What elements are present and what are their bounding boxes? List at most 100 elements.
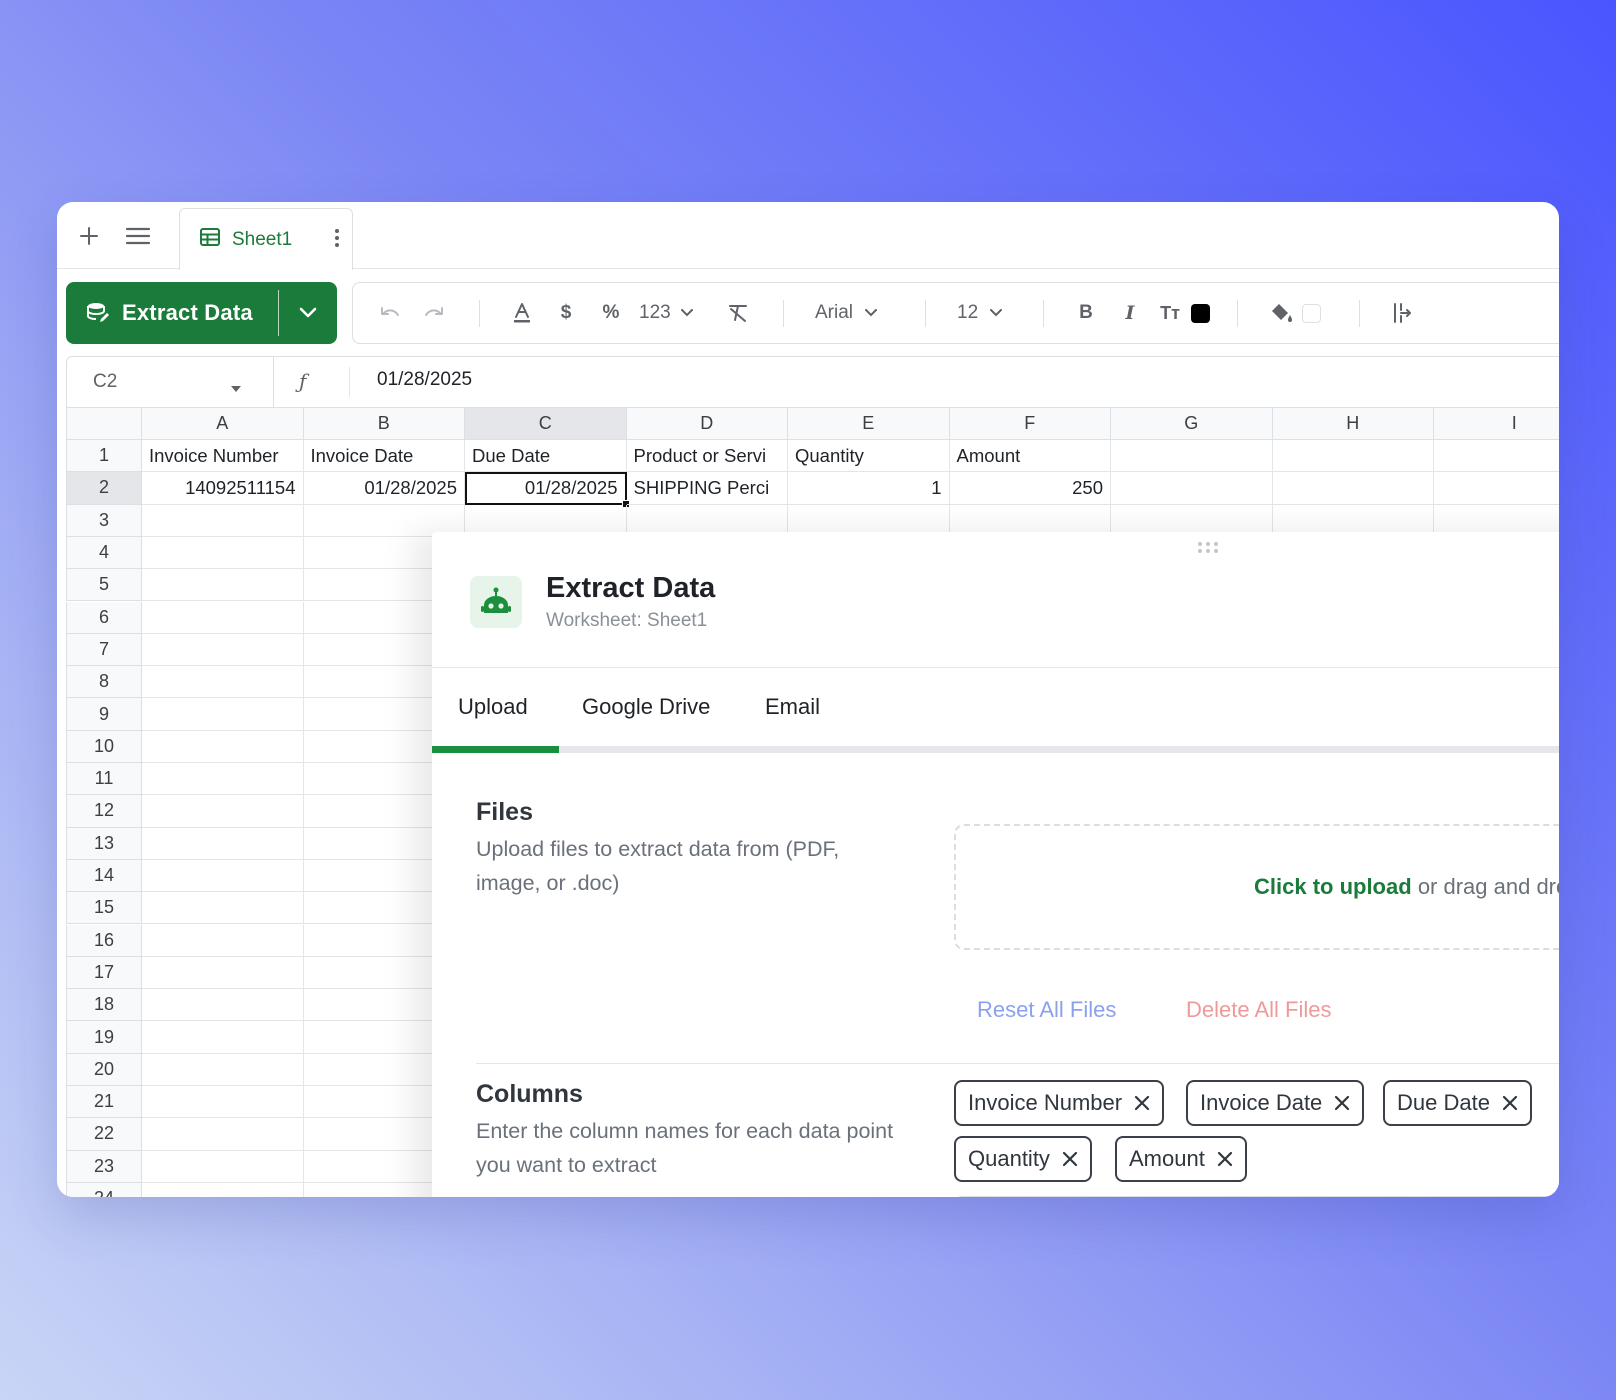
row-header-18[interactable]: 18 [66, 989, 142, 1022]
cell-i2[interactable] [1434, 472, 1559, 505]
remove-chip-icon[interactable] [1134, 1095, 1150, 1111]
cell-a15[interactable] [142, 892, 304, 925]
cell-b2[interactable]: 01/28/2025 [303, 472, 465, 505]
cell-a5[interactable] [142, 569, 304, 602]
row-header-5[interactable]: 5 [66, 569, 142, 602]
cell-f1[interactable]: Amount [949, 440, 1111, 473]
tab-google-drive[interactable]: Google Drive [582, 694, 710, 720]
cell-a17[interactable] [142, 956, 304, 990]
reset-all-files-button[interactable]: Reset All Files [977, 997, 1116, 1023]
row-header-23[interactable]: 23 [66, 1150, 142, 1183]
remove-chip-icon[interactable] [1334, 1095, 1350, 1111]
click-to-upload-link[interactable]: Click to upload [1254, 874, 1412, 899]
row-header-11[interactable]: 11 [66, 763, 142, 796]
column-header-d[interactable]: D [626, 408, 788, 440]
cell-e1[interactable]: Quantity [788, 440, 950, 473]
row-header-7[interactable]: 7 [66, 633, 142, 667]
text-color-swatch[interactable] [1189, 283, 1211, 343]
row-header-20[interactable]: 20 [66, 1053, 142, 1086]
select-all-corner[interactable] [66, 408, 142, 440]
row-header-17[interactable]: 17 [66, 956, 142, 990]
row-header-2[interactable]: 2 [66, 472, 142, 505]
column-header-h[interactable]: H [1272, 408, 1434, 440]
cell-a21[interactable] [142, 1086, 304, 1119]
cell-a10[interactable] [142, 730, 304, 763]
clear-format-icon[interactable] [721, 283, 755, 343]
name-box[interactable]: C2 [93, 371, 117, 393]
row-header-1[interactable]: 1 [66, 440, 142, 473]
fill-color-swatch[interactable] [1299, 283, 1323, 343]
delete-all-files-button[interactable]: Delete All Files [1186, 997, 1332, 1023]
row-header-8[interactable]: 8 [66, 666, 142, 699]
row-header-10[interactable]: 10 [66, 730, 142, 763]
column-header-f[interactable]: F [949, 408, 1111, 440]
row-header-6[interactable]: 6 [66, 601, 142, 634]
cell-a7[interactable] [142, 633, 304, 667]
cell-d2[interactable]: SHIPPING Perci [626, 472, 788, 505]
italic-button[interactable]: I [1115, 283, 1145, 343]
cell-a11[interactable] [142, 763, 304, 796]
row-header-24[interactable]: 24 [66, 1182, 142, 1197]
kebab-icon[interactable] [334, 228, 340, 253]
cell-a20[interactable] [142, 1053, 304, 1086]
remove-chip-icon[interactable] [1502, 1095, 1518, 1111]
cell-h2[interactable] [1272, 472, 1434, 505]
file-dropzone[interactable]: Click to upload or drag and drop [954, 824, 1559, 950]
undo-icon[interactable] [375, 283, 405, 343]
tab-upload[interactable]: Upload [458, 694, 528, 720]
cell-g1[interactable] [1111, 440, 1273, 473]
extract-data-button[interactable]: Extract Data [66, 282, 278, 344]
align-icon[interactable] [1387, 283, 1417, 343]
cell-d1[interactable]: Product or Servi [626, 440, 788, 473]
row-header-13[interactable]: 13 [66, 827, 142, 860]
cell-a1[interactable]: Invoice Number [142, 440, 304, 473]
cell-a8[interactable] [142, 666, 304, 699]
column-header-c[interactable]: C [465, 408, 627, 440]
cell-b1[interactable]: Invoice Date [303, 440, 465, 473]
font-size-dropdown[interactable]: 12 [957, 283, 1017, 343]
number-format-dropdown[interactable]: 123 [639, 283, 711, 343]
column-header-i[interactable]: I [1434, 408, 1559, 440]
tab-sheet1[interactable]: Sheet1 [179, 208, 353, 270]
column-header-b[interactable]: B [303, 408, 465, 440]
row-header-16[interactable]: 16 [66, 924, 142, 957]
cell-e2[interactable]: 1 [788, 472, 950, 505]
cell-a4[interactable] [142, 536, 304, 570]
row-header-3[interactable]: 3 [66, 504, 142, 537]
cell-a16[interactable] [142, 924, 304, 957]
text-color-a-icon[interactable] [507, 283, 537, 343]
row-header-14[interactable]: 14 [66, 859, 142, 893]
remove-chip-icon[interactable] [1062, 1151, 1078, 1167]
cell-c2[interactable]: 01/28/2025 [465, 472, 627, 505]
column-name-input[interactable] [954, 1196, 1559, 1197]
column-header-a[interactable]: A [142, 408, 304, 440]
cell-g2[interactable] [1111, 472, 1273, 505]
row-header-22[interactable]: 22 [66, 1118, 142, 1151]
cell-a24[interactable] [142, 1182, 304, 1197]
tab-email[interactable]: Email [765, 694, 820, 720]
caret-down-icon[interactable] [231, 379, 241, 397]
currency-format-button[interactable]: $ [551, 283, 581, 343]
row-header-4[interactable]: 4 [66, 536, 142, 570]
cell-a3[interactable] [142, 504, 304, 537]
cell-a12[interactable] [142, 795, 304, 828]
formula-input[interactable]: 01/28/2025 [377, 369, 472, 391]
row-header-12[interactable]: 12 [66, 795, 142, 828]
cell-a6[interactable] [142, 601, 304, 634]
font-family-dropdown[interactable]: Arial [815, 283, 895, 343]
cell-h1[interactable] [1272, 440, 1434, 473]
row-header-9[interactable]: 9 [66, 698, 142, 731]
text-style-icon[interactable]: Tт [1153, 283, 1187, 343]
cell-a23[interactable] [142, 1150, 304, 1183]
cell-a9[interactable] [142, 698, 304, 731]
row-header-15[interactable]: 15 [66, 892, 142, 925]
cell-c1[interactable]: Due Date [465, 440, 627, 473]
column-header-e[interactable]: E [788, 408, 950, 440]
bold-button[interactable]: B [1071, 283, 1101, 343]
cell-f2[interactable]: 250 [949, 472, 1111, 505]
remove-chip-icon[interactable] [1217, 1151, 1233, 1167]
plus-icon[interactable] [73, 220, 105, 252]
cell-a2[interactable]: 14092511154 [142, 472, 304, 505]
row-header-19[interactable]: 19 [66, 1021, 142, 1054]
drag-handle-icon[interactable] [1197, 540, 1219, 558]
